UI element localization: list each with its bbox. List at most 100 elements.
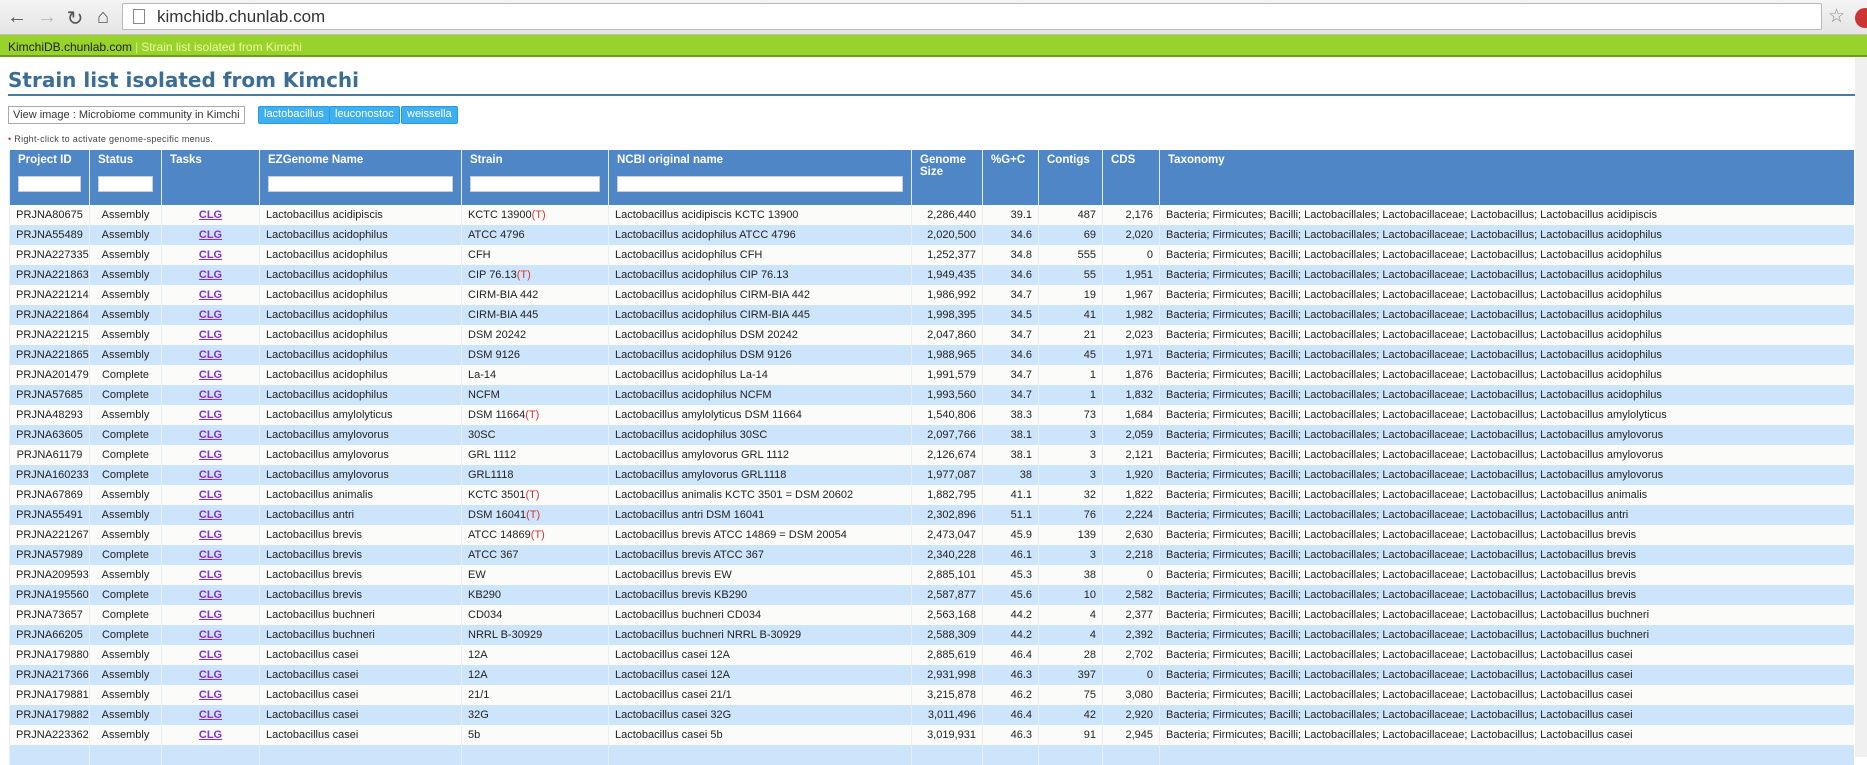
clg-link[interactable]: CLG [199,209,222,221]
column-header[interactable]: %G+C [982,150,1039,205]
cell-gc-content: 46.3 [982,725,1039,745]
column-header[interactable]: NCBI original name [608,150,912,205]
table-row[interactable]: PRJNA55489 Assembly CLG Lactobacillus acido… [9,225,1854,245]
clg-link[interactable]: CLG [199,669,222,681]
clg-link[interactable]: CLG [199,429,222,441]
column-header[interactable]: CDS [1102,150,1160,205]
column-filter-input[interactable] [617,176,903,192]
column-header[interactable]: Tasks [161,150,260,205]
cell-strain: ATCC 4796 [461,225,609,245]
page-title: Strain list isolated from Kimchi [8,68,360,92]
table-row[interactable]: PRJNA57989 Complete CLG Lactobacillus brevi… [9,545,1854,565]
column-header[interactable]: Strain [461,150,609,205]
clg-link[interactable]: CLG [199,269,222,281]
cell-contigs: 139 [1038,525,1103,545]
table-row[interactable]: PRJNA66205 Complete CLG Lactobacillus buchn… [9,625,1854,645]
column-filter-input[interactable] [268,176,453,192]
forward-icon[interactable]: → [34,6,60,29]
clg-link[interactable]: CLG [199,569,222,581]
column-header[interactable]: Taxonomy [1159,150,1854,205]
table-row[interactable] [9,745,1854,765]
table-row[interactable]: PRJNA160233 Complete CLG Lactobacillus amyl… [9,465,1854,485]
reload-icon[interactable]: ↻ [62,6,88,31]
clg-link[interactable]: CLG [199,309,222,321]
cell-ncbi-name: Lactobacillus amylovorus GRL1118 [608,465,912,485]
cell-contigs: 487 [1038,205,1103,225]
clg-link[interactable]: CLG [199,289,222,301]
tag-leuconostoc[interactable]: leuconostoc [329,106,400,124]
column-header[interactable]: EZGenome Name [259,150,462,205]
column-filter-input[interactable] [18,176,81,192]
cell-taxonomy: Bacteria; Firmicutes; Bacilli; Lactobaci… [1159,405,1854,425]
cell-cds: 1,920 [1102,465,1160,485]
table-row[interactable]: PRJNA221267 Assembly CLG Lactobacillus brev… [9,525,1854,545]
cell-ncbi-name: Lactobacillus acidophilus La-14 [608,365,912,385]
table-row[interactable]: PRJNA73657 Complete CLG Lactobacillus buchn… [9,605,1854,625]
table-row[interactable]: PRJNA48293 Assembly CLG Lactobacillus amylo… [9,405,1854,425]
table-row[interactable]: PRJNA221863 Assembly CLG Lactobacillus acid… [9,265,1854,285]
clg-link[interactable]: CLG [199,229,222,241]
cell-empty [982,745,1039,765]
table-row[interactable]: PRJNA63605 Complete CLG Lactobacillus amylo… [9,425,1854,445]
clg-link[interactable]: CLG [199,549,222,561]
table-row[interactable]: PRJNA195560 Complete CLG Lactobacillus brev… [9,585,1854,605]
table-row[interactable]: PRJNA80675 Assembly CLG Lactobacillus acidi… [9,205,1854,225]
clg-link[interactable]: CLG [199,609,222,621]
table-row[interactable]: PRJNA55491 Assembly CLG Lactobacillus antri… [9,505,1854,525]
tag-weissella[interactable]: weissella [401,106,458,124]
table-row[interactable]: PRJNA221864 Assembly CLG Lactobacillus acid… [9,305,1854,325]
table-row[interactable]: PRJNA221215 Assembly CLG Lactobacillus acid… [9,325,1854,345]
table-row[interactable]: PRJNA221214 Assembly CLG Lactobacillus acid… [9,285,1854,305]
cell-tasks: CLG [161,545,260,565]
column-header[interactable]: Contigs [1038,150,1103,205]
table-row[interactable]: PRJNA61179 Complete CLG Lactobacillus amylo… [9,445,1854,465]
clg-link[interactable]: CLG [199,709,222,721]
cell-gc-content: 44.2 [982,625,1039,645]
clg-link[interactable]: CLG [199,329,222,341]
table-row[interactable]: PRJNA57685 Complete CLG Lactobacillus acido… [9,385,1854,405]
clg-link[interactable]: CLG [199,389,222,401]
clg-link[interactable]: CLG [199,369,222,381]
column-header[interactable]: Status [89,150,162,205]
clg-link[interactable]: CLG [199,529,222,541]
star-icon[interactable]: ☆ [1828,5,1845,28]
clg-link[interactable]: CLG [199,729,222,741]
breadcrumb-home[interactable]: KimchiDB.chunlab.com [8,40,132,54]
table-row[interactable]: PRJNA201479 Complete CLG Lactobacillus acid… [9,365,1854,385]
view-image-button[interactable]: View image : Microbiome community in Kim… [8,106,245,124]
address-bar[interactable]: kimchidb.chunlab.com [122,3,1822,30]
clg-link[interactable]: CLG [199,469,222,481]
cell-ezgenome-name: Lactobacillus acidophilus [259,385,462,405]
column-header[interactable]: Genome Size [911,150,983,205]
table-row[interactable]: PRJNA223362 Assembly CLG Lactobacillus case… [9,725,1854,745]
clg-link[interactable]: CLG [199,689,222,701]
table-row[interactable]: PRJNA221865 Assembly CLG Lactobacillus acid… [9,345,1854,365]
column-filter-input[interactable] [470,176,600,192]
back-icon[interactable]: ← [4,6,30,29]
table-row[interactable]: PRJNA227335 Assembly CLG Lactobacillus acid… [9,245,1854,265]
table-row[interactable]: PRJNA217366 Assembly CLG Lactobacillus case… [9,665,1854,685]
clg-link[interactable]: CLG [199,649,222,661]
tag-lactobacillus[interactable]: lactobacillus [258,106,330,124]
clg-link[interactable]: CLG [199,629,222,641]
extension-icon[interactable] [1855,8,1867,28]
clg-link[interactable]: CLG [199,349,222,361]
clg-link[interactable]: CLG [199,249,222,261]
clg-link[interactable]: CLG [199,449,222,461]
scrollbar[interactable] [1855,57,1867,757]
column-header[interactable]: Project ID [9,150,90,205]
clg-link[interactable]: CLG [199,509,222,521]
clg-link[interactable]: CLG [199,489,222,501]
home-icon[interactable]: ⌂ [90,6,116,29]
column-filter-input[interactable] [98,176,153,192]
clg-link[interactable]: CLG [199,409,222,421]
breadcrumb-current[interactable]: Strain list isolated from Kimchi [141,40,302,54]
table-row[interactable]: PRJNA179882 Assembly CLG Lactobacillus case… [9,705,1854,725]
clg-link[interactable]: CLG [199,589,222,601]
url-text[interactable]: kimchidb.chunlab.com [157,7,325,27]
table-row[interactable]: PRJNA209593 Assembly CLG Lactobacillus brev… [9,565,1854,585]
table-row[interactable]: PRJNA67869 Assembly CLG Lactobacillus anima… [9,485,1854,505]
table-row[interactable]: PRJNA179881 Assembly CLG Lactobacillus case… [9,685,1854,705]
table-row[interactable]: PRJNA179880 Assembly CLG Lactobacillus case… [9,645,1854,665]
cell-ncbi-name: Lactobacillus acidophilus CIRM-BIA 442 [608,285,912,305]
